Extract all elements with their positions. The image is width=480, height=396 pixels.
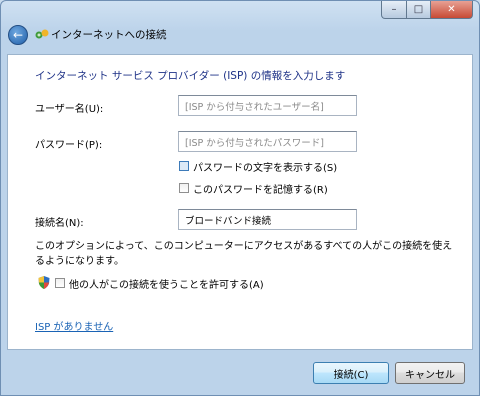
uac-shield-icon: [38, 276, 50, 289]
connection-name-label: 接続名(N):: [35, 218, 84, 229]
maximize-button[interactable]: □: [407, 1, 431, 19]
remember-password-label: このパスワードを記憶する(R): [193, 185, 328, 196]
no-isp-link[interactable]: ISP がありません: [35, 318, 113, 333]
window-title: インターネットへの接続: [51, 29, 167, 41]
allow-others-checkbox[interactable]: [55, 278, 65, 288]
password-label: パスワード(P):: [35, 140, 103, 151]
connection-name-input[interactable]: ブロードバンド接続: [178, 209, 357, 230]
network-icon: [35, 29, 49, 39]
close-button[interactable]: ✕: [431, 1, 473, 19]
username-input[interactable]: [ISP から付与されたユーザー名]: [178, 95, 357, 116]
dialog-window: – □ ✕ ← インターネットへの接続 インターネット サービス プロバイダー …: [0, 0, 480, 396]
show-password-checkbox[interactable]: [179, 161, 189, 171]
show-password-label: パスワードの文字を表示する(S): [193, 163, 338, 174]
sharing-description: このオプションによって、このコンピューターにアクセスがあるすべての人がこの接続を…: [35, 241, 453, 267]
allow-others-label: 他の人がこの接続を使うことを許可する(A): [69, 280, 264, 291]
username-label: ユーザー名(U):: [35, 104, 104, 115]
minimize-button[interactable]: –: [381, 1, 407, 19]
caption-buttons: – □ ✕: [381, 1, 473, 19]
wizard-content-panel: インターネット サービス プロバイダー (ISP) の情報を入力します ユーザー…: [7, 54, 473, 350]
page-heading: インターネット サービス プロバイダー (ISP) の情報を入力します: [35, 70, 346, 82]
cancel-button[interactable]: キャンセル: [395, 362, 465, 384]
connect-button[interactable]: 接続(C): [313, 362, 389, 384]
password-input[interactable]: [ISP から付与されたパスワード]: [178, 131, 357, 152]
back-arrow-icon[interactable]: ←: [8, 25, 28, 45]
remember-password-checkbox[interactable]: [179, 183, 189, 193]
